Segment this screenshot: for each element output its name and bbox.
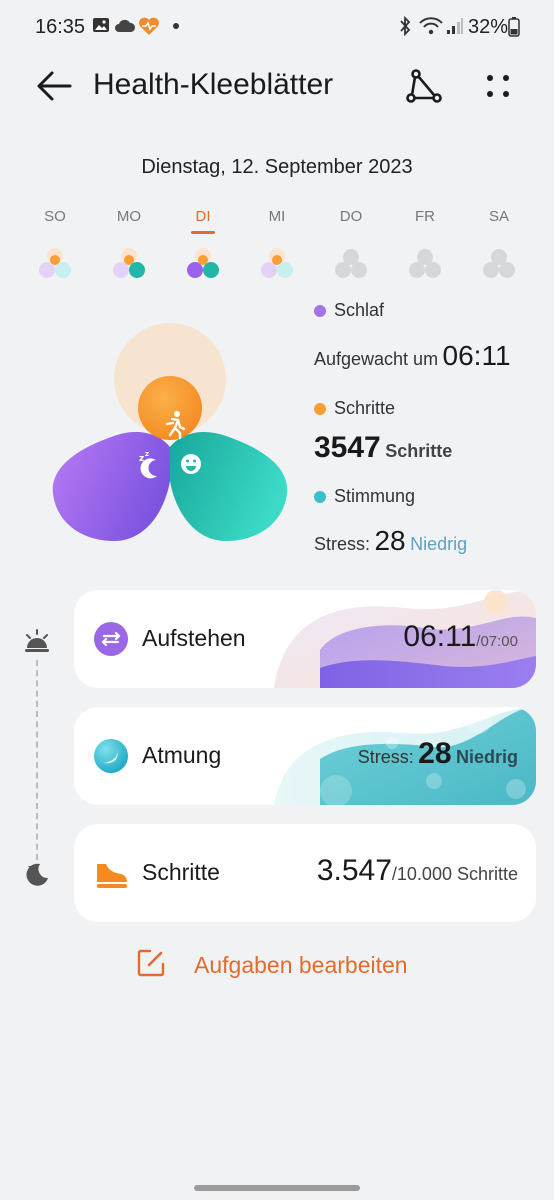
mood-color-dot xyxy=(314,490,326,503)
status-bar: 16:35 32% xyxy=(0,0,554,54)
breathing-card[interactable]: Atmung Stress: 28 Niedrig xyxy=(74,707,536,805)
edit-icon xyxy=(137,949,165,977)
day-tab-wednesday[interactable]: MI xyxy=(247,208,307,225)
day-tab-thursday[interactable]: DO xyxy=(321,208,381,225)
more-options-icon[interactable] xyxy=(478,66,518,106)
timeline-connector xyxy=(36,660,38,860)
notification-dot-icon xyxy=(173,23,179,29)
mini-clover-icon[interactable] xyxy=(257,246,297,284)
steps-color-dot xyxy=(314,402,326,415)
edit-tasks-label: Aufgaben bearbeiten xyxy=(194,952,408,978)
health-heart-icon xyxy=(139,17,159,35)
steps-title: Schritte xyxy=(142,859,220,885)
mini-clover-icon[interactable] xyxy=(109,246,149,284)
signal-icon xyxy=(447,18,463,34)
battery-percent: 32% xyxy=(468,16,509,38)
mini-clover-icon[interactable] xyxy=(331,246,371,284)
home-indicator[interactable] xyxy=(194,1185,360,1191)
wake-time-summary: Aufgewacht um 06:11 xyxy=(314,340,511,371)
svg-text:z: z xyxy=(28,864,33,874)
svg-text:z: z xyxy=(145,450,149,458)
selected-date: Dienstag, 12. September 2023 xyxy=(141,156,413,178)
wifi-icon xyxy=(419,17,443,35)
day-tab-saturday[interactable]: SA xyxy=(469,208,529,225)
stress-value: 28 xyxy=(374,525,406,556)
day-tab-sunday[interactable]: SO xyxy=(25,208,85,225)
wake-up-icon xyxy=(94,622,128,656)
breathing-icon xyxy=(94,739,128,773)
status-time: 16:35 xyxy=(35,16,86,38)
day-tab-tuesday[interactable]: DI xyxy=(173,208,233,225)
gallery-icon xyxy=(93,18,109,32)
back-arrow-icon[interactable] xyxy=(32,66,78,106)
app-bar: Health-Kleeblätter xyxy=(0,54,554,118)
mini-clover-icon[interactable] xyxy=(405,246,445,284)
svg-text:z: z xyxy=(139,454,144,464)
breathing-title: Atmung xyxy=(142,742,222,768)
legend-steps: Schritte xyxy=(314,398,395,419)
steps-card[interactable]: Schritte 3.547/10.000 Schritte xyxy=(74,824,536,922)
steps-value: 3547 xyxy=(314,431,381,464)
bluetooth-icon xyxy=(400,16,411,36)
share-icon[interactable] xyxy=(404,66,444,106)
stress-level: Niedrig xyxy=(410,534,468,554)
wake-up-title: Aufstehen xyxy=(142,625,246,651)
mini-clover-icon[interactable] xyxy=(183,246,223,284)
smiley-mood-icon xyxy=(181,454,201,474)
steps-summary: 3547 Schritte xyxy=(314,431,453,464)
mini-clover-icon[interactable] xyxy=(35,246,75,284)
legend-sleep: Schlaf xyxy=(314,300,384,321)
breathing-value: Stress: 28 Niedrig xyxy=(357,737,518,770)
battery-icon xyxy=(508,17,520,37)
day-tab-monday[interactable]: MO xyxy=(99,208,159,225)
steps-count-value: 3.547/10.000 Schritte xyxy=(316,854,518,887)
wake-up-card[interactable]: Aufstehen 06:11/07:00 xyxy=(74,590,536,688)
wake-up-value: 06:11/07:00 xyxy=(403,620,518,653)
shoe-icon xyxy=(97,864,127,888)
cloud-icon xyxy=(115,19,136,32)
day-tab-friday[interactable]: FR xyxy=(395,208,455,225)
sunrise-icon xyxy=(25,629,49,652)
page-title: Health-Kleeblätter xyxy=(93,68,334,101)
stress-summary: Stress: 28 Niedrig xyxy=(314,525,468,556)
sleep-color-dot xyxy=(314,304,326,317)
legend-mood: Stimmung xyxy=(314,486,415,507)
health-clover-graphic: z z xyxy=(52,323,288,541)
selected-day-indicator xyxy=(191,231,215,234)
mini-clover-icon[interactable] xyxy=(479,246,519,284)
wake-time-value: 06:11 xyxy=(442,340,511,371)
moon-icon: z xyxy=(26,863,48,886)
